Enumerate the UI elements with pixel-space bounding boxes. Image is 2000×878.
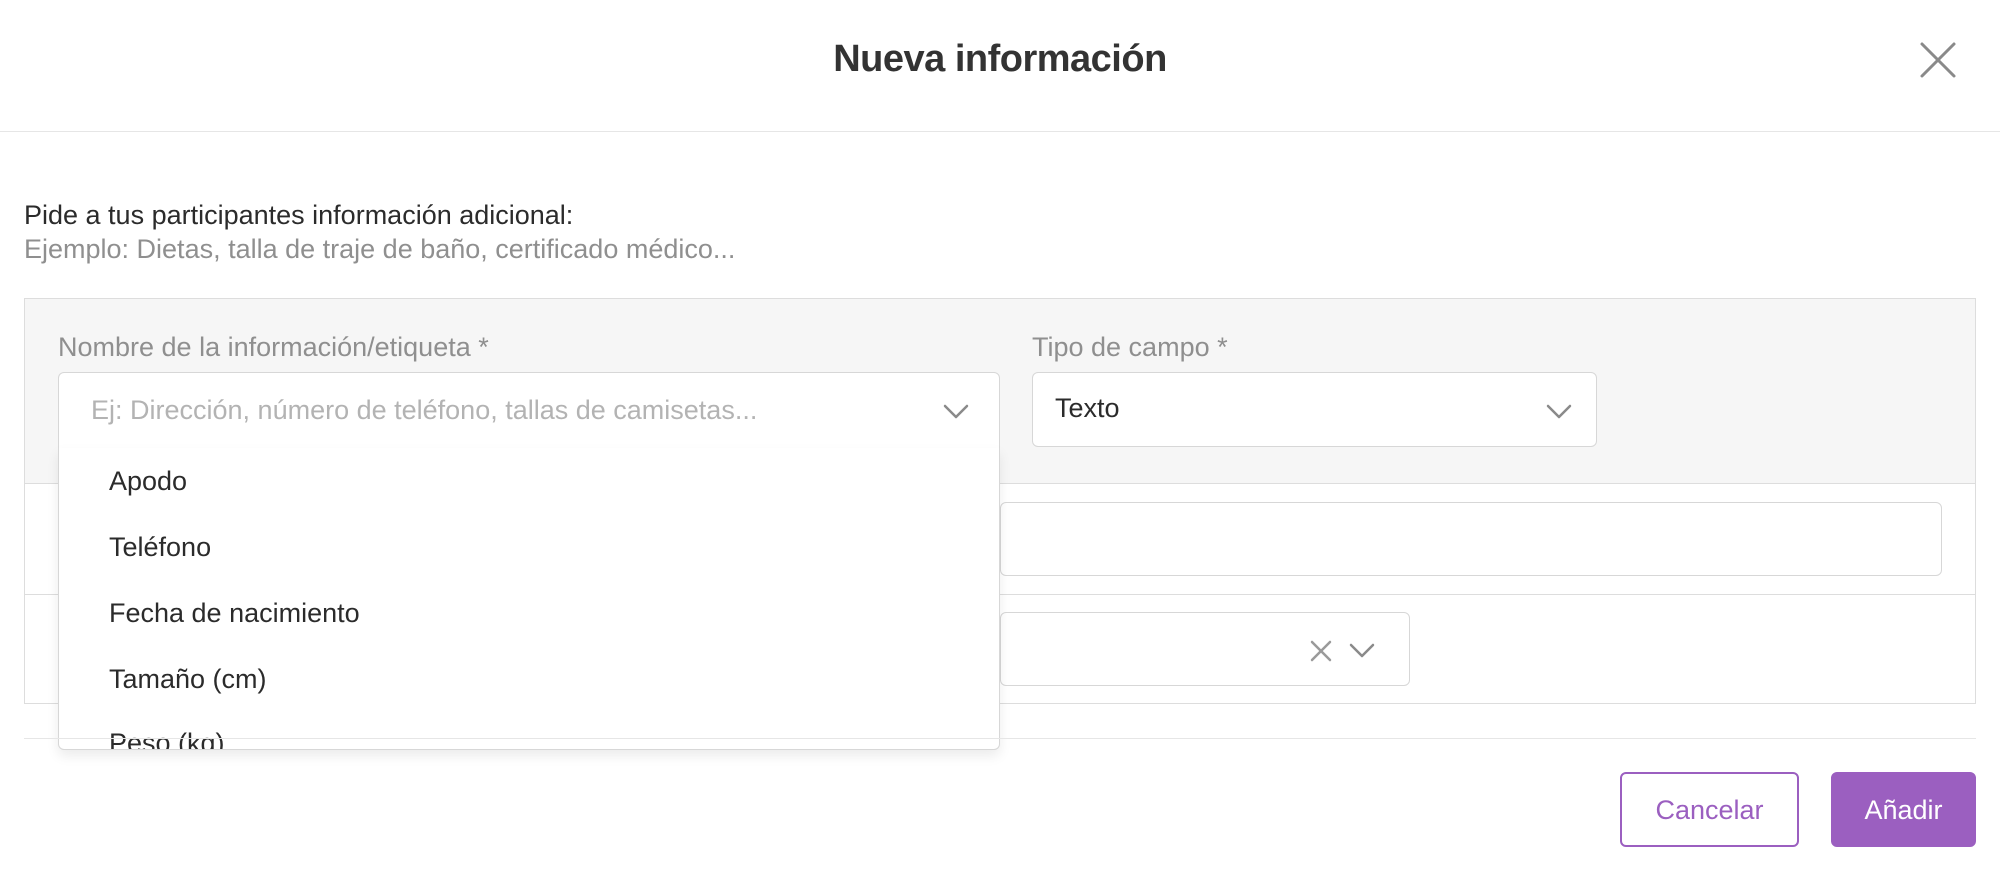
chevron-down-icon — [1546, 404, 1572, 419]
text-input[interactable] — [1000, 502, 1942, 576]
dropdown-option[interactable]: Peso (kg) — [59, 710, 999, 749]
intro-text: Pide a tus participantes información adi… — [24, 200, 574, 230]
clear-icon[interactable] — [1309, 639, 1333, 663]
field-type-select[interactable]: Texto — [1032, 372, 1597, 447]
dropdown-menu: Apodo Teléfono Fecha de nacimiento Tamañ… — [58, 448, 1000, 750]
dropdown-option[interactable]: Tamaño (cm) — [59, 646, 999, 712]
dropdown-option[interactable]: Fecha de nacimiento — [59, 580, 999, 646]
name-field-label: Nombre de la información/etiqueta * — [58, 332, 489, 362]
modal-header: Nueva información — [0, 0, 2000, 132]
footer-divider — [24, 738, 1976, 739]
close-button[interactable] — [1918, 40, 1958, 80]
field-type-value: Texto — [1055, 393, 1120, 423]
chevron-down-icon — [943, 404, 969, 419]
name-select[interactable]: Ej: Dirección, número de teléfono, talla… — [58, 372, 1000, 449]
close-icon — [1920, 42, 1956, 78]
modal-title: Nueva información — [833, 38, 1167, 80]
secondary-select[interactable] — [1000, 612, 1410, 686]
add-button[interactable]: Añadir — [1831, 772, 1976, 847]
name-select-placeholder: Ej: Dirección, número de teléfono, talla… — [91, 395, 758, 425]
dropdown-option[interactable]: Teléfono — [59, 514, 999, 580]
type-field-label: Tipo de campo * — [1032, 332, 1228, 362]
cancel-button[interactable]: Cancelar — [1620, 772, 1799, 847]
chevron-down-icon — [1349, 643, 1375, 658]
dropdown-option[interactable]: Apodo — [59, 448, 999, 514]
intro-example-text: Ejemplo: Dietas, talla de traje de baño,… — [24, 234, 736, 264]
